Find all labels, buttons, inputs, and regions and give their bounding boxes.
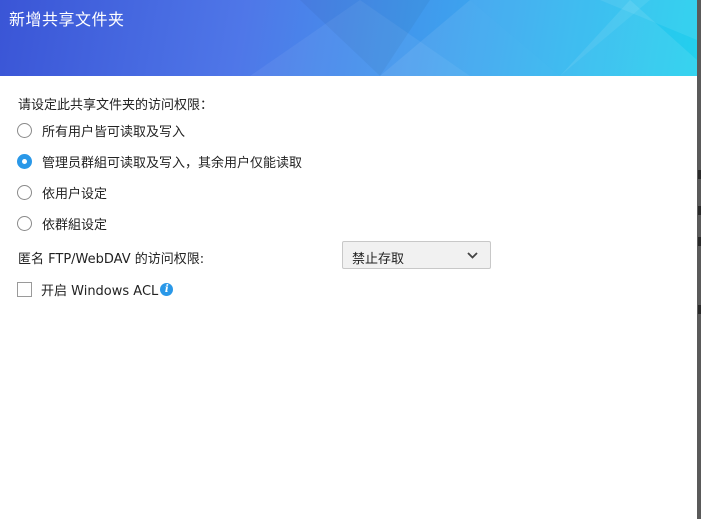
dialog-header: 新增共享文件夹 [0, 0, 697, 76]
ftp-access-label: 匿名 FTP/WebDAV 的访问权限: [18, 252, 205, 267]
windows-acl-label: 开启 Windows ACL [41, 283, 159, 299]
radio-button-checked[interactable] [17, 153, 32, 169]
radio-label: 管理员群組可读取及写入，其余用户仅能读取 [42, 155, 303, 171]
radio-label: 依群組设定 [42, 217, 108, 233]
info-icon[interactable]: i [160, 282, 174, 296]
chevron-down-icon [467, 252, 478, 259]
radio-option-by-user[interactable]: 依用户设定 [17, 183, 108, 202]
radio-option-all-users[interactable]: 所有用户皆可读取及写入 [17, 121, 186, 140]
radio-option-by-group[interactable]: 依群組设定 [17, 214, 108, 233]
permission-section-label: 请设定此共享文件夹的访问权限： [18, 98, 214, 113]
dialog-content: 请设定此共享文件夹的访问权限： 所有用户皆可读取及写入 管理员群組可读取及写入，… [0, 76, 697, 519]
radio-label: 所有用户皆可读取及写入 [42, 124, 186, 140]
select-value: 禁止存取 [352, 252, 405, 267]
ftp-access-select[interactable]: 禁止存取 [342, 241, 491, 269]
radio-button[interactable] [17, 184, 32, 200]
dialog-title: 新增共享文件夹 [9, 10, 125, 29]
radio-button[interactable] [17, 215, 32, 231]
create-shared-folder-dialog: 新增共享文件夹 请设定此共享文件夹的访问权限： 所有用户皆可读取及写入 管理员群… [0, 0, 697, 519]
windows-acl-checkbox[interactable] [17, 281, 32, 297]
radio-option-admin-group[interactable]: 管理员群組可读取及写入，其余用户仅能读取 [17, 152, 303, 171]
radio-label: 依用户设定 [42, 186, 108, 202]
window-edge [697, 0, 701, 519]
windows-acl-option[interactable]: 开启 Windows ACL i [17, 280, 174, 299]
radio-button[interactable] [17, 122, 32, 138]
